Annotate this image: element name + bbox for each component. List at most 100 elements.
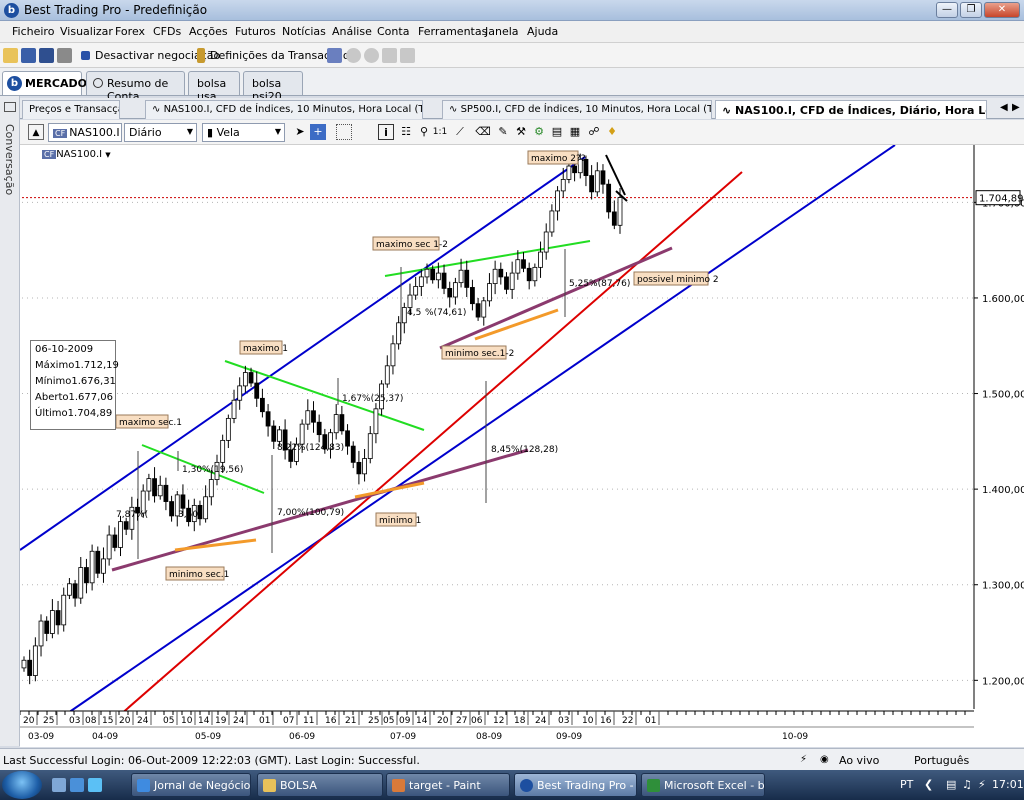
stop-trading-icon[interactable] (81, 51, 90, 60)
tab-scroll-right-icon[interactable]: ▶ (1012, 102, 1020, 113)
chart-tabs: Preços e Transacção ∿ NAS100.I, CFD de Í… (20, 98, 1024, 119)
refresh-icon[interactable] (400, 48, 415, 63)
trendline-icon[interactable]: ⟋ (452, 124, 468, 140)
candle-body (566, 165, 572, 180)
candle-body (163, 484, 169, 502)
indicators-icon[interactable]: ⚙ (531, 124, 547, 140)
chart-drawings (19, 144, 974, 716)
clock[interactable]: 17:01 (992, 778, 1024, 791)
x-day-label: 12 (493, 716, 504, 726)
menu-ajuda[interactable]: Ajuda (527, 25, 558, 38)
candle-body (373, 408, 379, 435)
tab-sp500-10min[interactable]: ∿ SP500.I, CFD de Índices, 10 Minutos, H… (442, 100, 712, 119)
show-desktop-icon[interactable] (52, 778, 66, 792)
pointer-icon[interactable]: ➤ (292, 124, 308, 140)
properties-icon[interactable]: ▦ (567, 124, 583, 140)
menu-cfds[interactable]: CFDs (153, 25, 181, 38)
alert-bell-icon[interactable]: ♦ (604, 124, 620, 140)
tray-expand-icon[interactable]: ❮ (924, 778, 933, 791)
minimize-button[interactable]: — (936, 2, 958, 18)
collapse-icon[interactable]: ▲ (28, 124, 44, 140)
menu-accoes[interactable]: Acções (189, 25, 228, 38)
menu-futuros[interactable]: Futuros (235, 25, 276, 38)
pct-label: 3,50) (178, 510, 202, 520)
candle-body (118, 521, 123, 548)
nav-back-icon[interactable] (346, 48, 361, 63)
tab-scroll-left-icon[interactable]: ◀ (1000, 102, 1008, 113)
tab-precos-transaccao[interactable]: Preços e Transacção (22, 100, 120, 119)
task-jornal[interactable]: Jornal de Negócios/... (131, 773, 251, 797)
candle-body (526, 267, 532, 282)
eraser-icon[interactable]: ⌫ (475, 124, 491, 140)
grid-icon[interactable] (336, 124, 352, 140)
restore-button[interactable]: ❐ (960, 2, 982, 18)
link-icon[interactable]: ☍ (586, 124, 602, 140)
conversation-panel-label[interactable]: Conversação (3, 124, 16, 195)
info-label: Máximo (35, 360, 75, 371)
menu-conta[interactable]: Conta (377, 25, 409, 38)
task-excel[interactable]: Microsoft Excel - bo... (641, 773, 765, 797)
menu-visualizar[interactable]: Visualizar (60, 25, 113, 38)
tab-bolsa-psi20[interactable]: bolsa psi20 (243, 71, 303, 103)
chart-symbol-label[interactable]: CF NAS100.I ▼ (42, 149, 111, 160)
chart-area[interactable]: maximo 2?? maximo sec 1-2 maximo 1 maximo s… (19, 144, 1024, 747)
task-paint[interactable]: target - Paint (386, 773, 510, 797)
power-icon[interactable]: ⚡ (978, 778, 986, 791)
symbol-value: NAS100.I (69, 126, 120, 139)
template-icon[interactable]: ▤ (549, 124, 565, 140)
explorer-icon[interactable] (70, 778, 84, 792)
candle-body (32, 645, 38, 676)
candle-body (430, 268, 436, 281)
zoom-icon[interactable]: ⚲ (416, 124, 432, 140)
ie-icon[interactable] (88, 778, 102, 792)
x-day-label: 11 (303, 716, 314, 726)
period-selector[interactable]: Diário ▼ (124, 123, 197, 142)
candle-body (504, 276, 509, 290)
close-button[interactable]: ✕ (984, 2, 1020, 18)
price-chart[interactable]: maximo 2?? maximo sec 1-2 maximo 1 maximo s… (19, 144, 1024, 747)
open-folder-icon[interactable] (3, 48, 18, 63)
menu-janela[interactable]: Janela (485, 25, 519, 38)
add-indicator-icon[interactable]: ☷ (398, 124, 414, 140)
chart-style-selector[interactable]: ▮ Vela ▼ (202, 123, 285, 142)
crosshair-icon[interactable]: + (310, 124, 326, 140)
print-icon[interactable] (57, 48, 72, 63)
language-indicator[interactable]: PT (900, 778, 913, 791)
candle-body (447, 287, 453, 298)
x-day-label: 10 (181, 716, 193, 726)
draw-tool-icon[interactable]: ✎ (495, 124, 511, 140)
tab-resumo-de-conta[interactable]: Resumo de Conta (86, 71, 185, 103)
tab-mercados[interactable]: b MERCADOS (2, 71, 95, 95)
save-as-icon[interactable] (39, 48, 54, 63)
menu-ficheiro[interactable]: Ficheiro (12, 25, 54, 38)
candle-body (532, 266, 538, 282)
home-icon[interactable] (382, 48, 397, 63)
volume-icon[interactable]: ♫ (962, 778, 972, 791)
menu-forex[interactable]: Forex (115, 25, 145, 38)
window-title: Best Trading Pro - Predefinição (24, 3, 208, 17)
nav-forward-icon[interactable] (364, 48, 379, 63)
tab-bolsa-usa[interactable]: bolsa usa (188, 71, 240, 103)
symbol-selector[interactable]: CF NAS100.I (48, 123, 122, 142)
info-icon[interactable]: i (378, 124, 394, 140)
menu-ferramentas[interactable]: Ferramentas (418, 25, 487, 38)
tab-nas100-diario[interactable]: ∿ NAS100.I, CFD de Índices, Diário, Hora… (715, 100, 987, 119)
tab-nas100-10min[interactable]: ∿ NAS100.I, CFD de Índices, 10 Minutos, … (145, 100, 423, 119)
task-best-trading[interactable]: Best Trading Pro - P... (514, 773, 637, 797)
start-button[interactable] (2, 771, 42, 799)
x-month-label: 03-09 (28, 732, 54, 742)
task-bolsa[interactable]: BOLSA (257, 773, 383, 797)
candle-body (407, 294, 413, 308)
candle-body (265, 411, 271, 427)
menu-noticias[interactable]: Notícias (282, 25, 326, 38)
panel-toggle-icon[interactable] (4, 102, 16, 112)
network-icon[interactable]: ▤ (946, 778, 956, 791)
one-to-one-icon[interactable]: 1:1 (432, 124, 448, 140)
candle-body (470, 287, 475, 305)
folder-icon (263, 779, 276, 792)
menu-analise[interactable]: Análise (332, 25, 372, 38)
tools-icon[interactable]: ⚒ (513, 124, 529, 140)
check-icon[interactable] (327, 48, 342, 63)
info-date: 06-10-2009 (35, 344, 94, 355)
save-icon[interactable] (21, 48, 36, 63)
